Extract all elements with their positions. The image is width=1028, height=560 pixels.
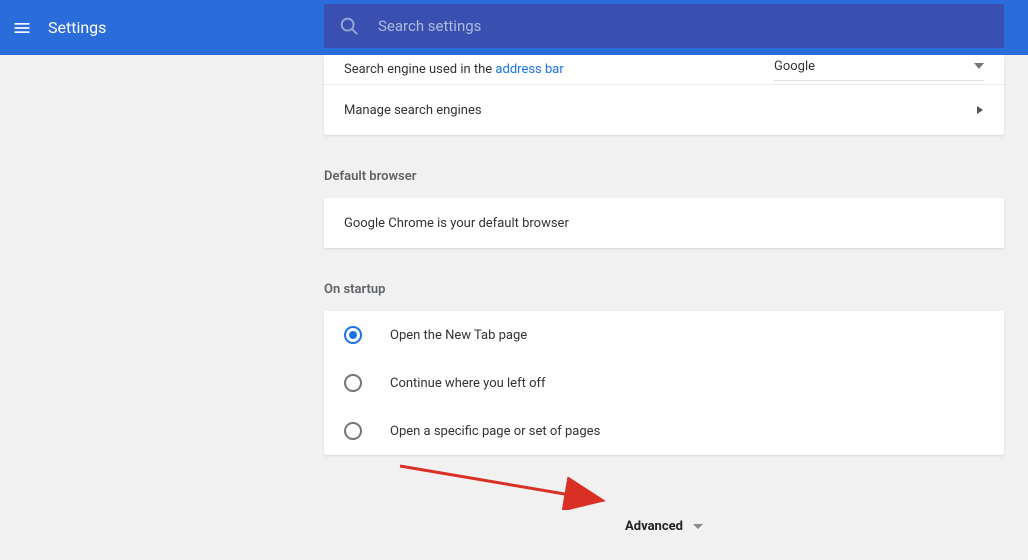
startup-option-label: Open the New Tab page [390,328,527,343]
startup-option-specific[interactable]: Open a specific page or set of pages [324,407,1004,455]
search-icon [338,15,360,37]
advanced-toggle[interactable]: Advanced [324,519,1004,534]
manage-search-engines-row[interactable]: Manage search engines [324,85,1004,135]
chevron-right-icon [976,106,984,114]
search-engine-selected: Google [774,59,815,74]
address-bar-link[interactable]: address bar [495,62,563,77]
startup-option-label: Open a specific page or set of pages [390,424,600,439]
radio-icon[interactable] [344,422,362,440]
radio-icon[interactable] [344,326,362,344]
search-engine-label-prefix: Search engine used in the [344,62,495,77]
default-browser-status: Google Chrome is your default browser [344,216,569,231]
dropdown-arrow-icon [974,61,984,71]
chevron-down-icon [693,524,703,529]
search-engine-card: Search engine used in the address bar Go… [324,55,1004,135]
search-input[interactable] [378,17,990,35]
startup-option-new-tab[interactable]: Open the New Tab page [324,311,1004,359]
manage-search-engines-label: Manage search engines [344,103,976,118]
default-browser-card: Google Chrome is your default browser [324,198,1004,248]
settings-search-box[interactable] [324,4,1004,48]
page-title: Settings [48,18,106,37]
search-engine-dropdown[interactable]: Google [774,59,984,81]
startup-option-label: Continue where you left off [390,376,546,391]
radio-icon[interactable] [344,374,362,392]
search-engine-label: Search engine used in the address bar [344,62,564,77]
search-engine-row[interactable]: Search engine used in the address bar Go… [324,55,1004,85]
default-browser-status-row: Google Chrome is your default browser [324,198,1004,248]
on-startup-section-title: On startup [324,282,1004,297]
on-startup-card: Open the New Tab page Continue where you… [324,311,1004,455]
advanced-label: Advanced [625,519,683,534]
default-browser-section-title: Default browser [324,169,1004,184]
startup-option-continue[interactable]: Continue where you left off [324,359,1004,407]
hamburger-icon[interactable] [12,18,32,38]
app-header: Settings [0,0,1028,55]
